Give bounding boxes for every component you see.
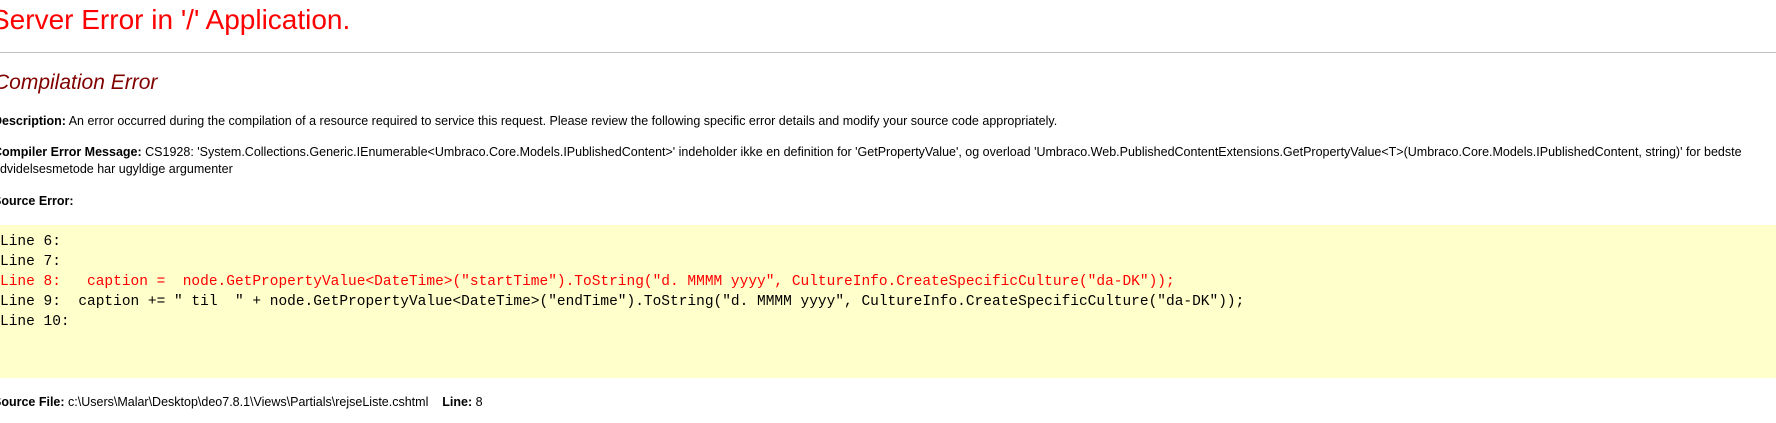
error-page: Server Error in '/' Application. Compila… [0, 0, 1776, 423]
line-number: 8 [472, 395, 483, 409]
description-label: Description: [0, 114, 66, 128]
source-error-label: Source Error: [0, 194, 74, 208]
line-label: Line: [442, 395, 473, 409]
source-file-label: Source File: [0, 395, 65, 409]
compiler-message-label: Compiler Error Message: [0, 145, 142, 159]
compiler-message-text: CS1928: 'System.Collections.Generic.IEnu… [141, 145, 1742, 159]
source-line: Line 9: caption += " til " + node.GetPro… [0, 294, 1245, 310]
source-file-row: Source File: c:\Users\Malar\Desktop\deo7… [0, 394, 483, 411]
page-title: Server Error in '/' Application. [0, 4, 351, 35]
source-line: Line 7: [0, 254, 61, 270]
description-row: Description: An error occurred during th… [0, 113, 1057, 130]
error-type-title: Compilation Error [0, 71, 158, 94]
source-file-path: c:\Users\Malar\Desktop\deo7.8.1\Views\Pa… [64, 395, 429, 409]
source-line: Line 6: [0, 234, 61, 250]
source-error-row: Source Error: [0, 193, 74, 210]
source-code-block: Line 6: Line 7: Line 8: caption = node.G… [0, 225, 1776, 378]
compiler-message-row: Compiler Error Message: CS1928: 'System.… [0, 144, 1742, 161]
compiler-message-continuation: udvidelsesmetode har ugyldige argumenter [0, 162, 233, 176]
description-text: An error occurred during the compilation… [65, 114, 1058, 128]
title-divider [0, 52, 1776, 53]
source-line: Line 10: [0, 314, 70, 330]
source-line-highlighted: Line 8: caption = node.GetPropertyValue<… [0, 274, 1175, 290]
